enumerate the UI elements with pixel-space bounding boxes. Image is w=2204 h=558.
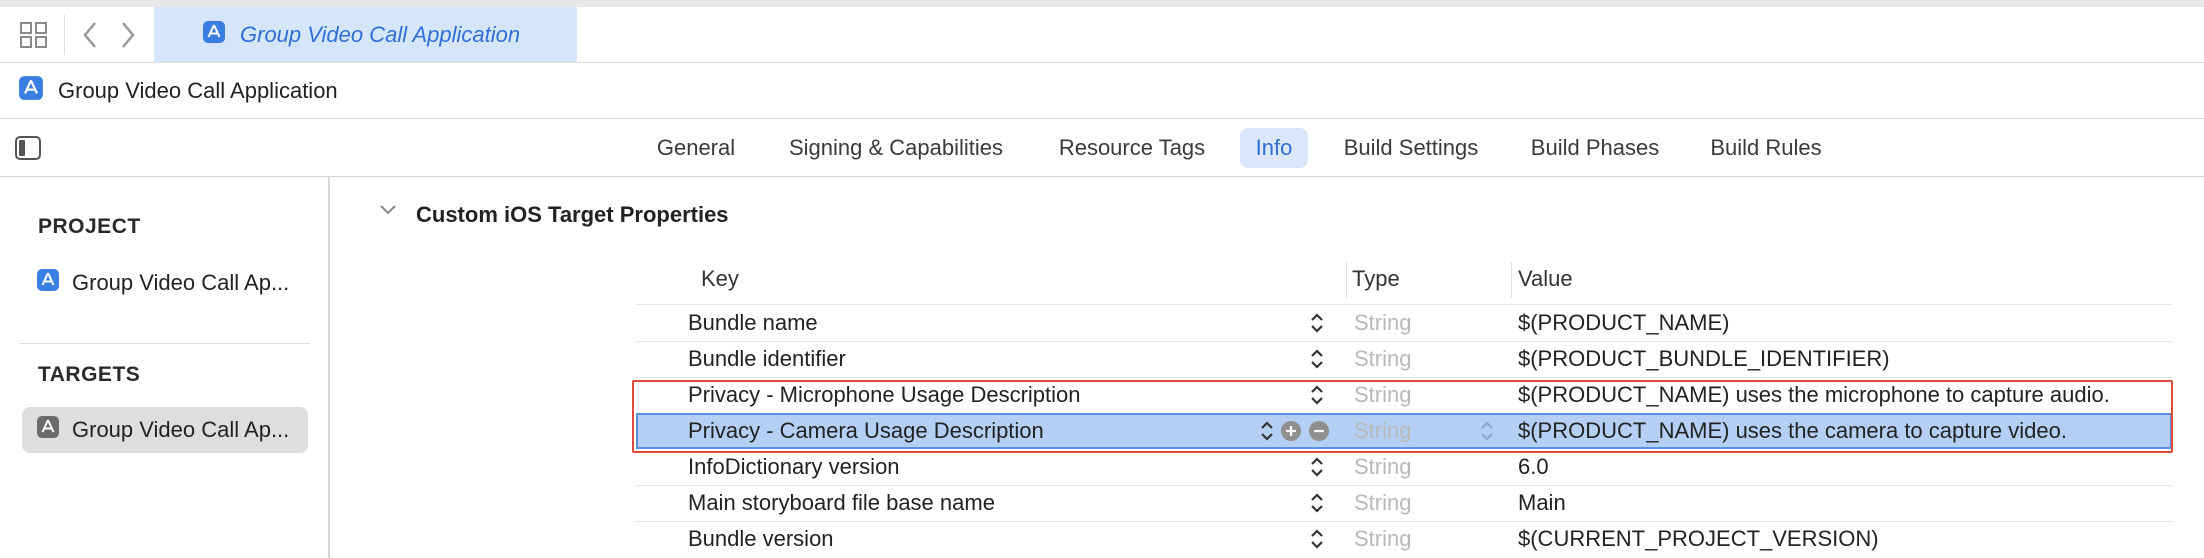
row-value: 6.0 [1518, 454, 1549, 479]
column-separator [1511, 262, 1512, 298]
row-type: String [1354, 310, 1412, 335]
row-type: String [1354, 490, 1412, 515]
project-section-title: PROJECT [38, 215, 141, 238]
project-header: Group Video Call Application [0, 63, 2204, 119]
row-key: Bundle identifier [688, 346, 846, 371]
project-title: Group Video Call Application [58, 77, 338, 103]
key-stepper-icon[interactable] [1308, 490, 1326, 516]
row-value: Main [1518, 490, 1566, 515]
tab-resource-tags[interactable]: Resource Tags [1046, 128, 1218, 168]
section-title: Custom iOS Target Properties [416, 202, 729, 227]
column-header-key[interactable]: Key [701, 266, 739, 292]
app-icon [18, 75, 44, 106]
key-stepper-icon[interactable] [1308, 526, 1326, 552]
row-type: String [1354, 346, 1412, 371]
row-key: Bundle name [688, 310, 818, 335]
key-stepper-icon[interactable] [1308, 310, 1326, 336]
editor-tab-active[interactable]: Group Video Call Application [154, 7, 577, 62]
back-chevron-icon[interactable] [78, 19, 102, 51]
tab-build-phases[interactable]: Build Phases [1518, 128, 1672, 168]
toolbar-divider [64, 15, 65, 55]
highlight-box [632, 380, 2173, 453]
project-item[interactable]: Group Video Call Ap... [36, 265, 289, 301]
row-key: InfoDictionary version [688, 454, 900, 479]
tab-info[interactable]: Info [1240, 128, 1308, 168]
row-type: String [1354, 526, 1412, 551]
project-item-label: Group Video Call Ap... [72, 270, 290, 295]
targets-section-title: TARGETS [38, 363, 141, 386]
sidebar-toggle-icon[interactable] [14, 134, 42, 162]
row-key: Bundle version [688, 526, 834, 551]
tab-signing-capabilities[interactable]: Signing & Capabilities [772, 128, 1020, 168]
app-target-icon [36, 415, 60, 445]
disclosure-chevron-icon[interactable] [378, 200, 398, 223]
forward-chevron-icon[interactable] [116, 19, 140, 51]
column-header-type[interactable]: Type [1352, 266, 1400, 292]
key-stepper-icon[interactable] [1308, 454, 1326, 480]
tab-build-settings[interactable]: Build Settings [1328, 128, 1494, 168]
tab-general[interactable]: General [646, 128, 746, 168]
project-navigator: PROJECT Group Video Call Ap... TARGETS G… [0, 177, 330, 558]
window-top-strip [0, 0, 2204, 7]
editor-tab-bar: Group Video Call Application [0, 7, 2204, 63]
row-type: String [1354, 454, 1412, 479]
grid-icon[interactable] [18, 19, 50, 51]
target-item-label: Group Video Call Ap... [72, 417, 290, 442]
app-icon [202, 20, 226, 49]
editor-tab-title: Group Video Call Application [240, 21, 521, 47]
settings-tabs-row: General Signing & Capabilities Resource … [0, 120, 2204, 177]
column-header-value[interactable]: Value [1518, 266, 1573, 292]
sidebar-divider [20, 343, 310, 344]
row-key: Main storyboard file base name [688, 490, 995, 515]
app-icon [36, 268, 60, 298]
row-value: $(PRODUCT_NAME) [1518, 310, 1730, 335]
tab-build-rules[interactable]: Build Rules [1698, 128, 1834, 168]
row-value: $(CURRENT_PROJECT_VERSION) [1518, 526, 1879, 551]
column-separator [1346, 262, 1347, 298]
target-item-selected[interactable]: Group Video Call Ap... [22, 407, 308, 453]
row-value: $(PRODUCT_BUNDLE_IDENTIFIER) [1518, 346, 1890, 371]
key-stepper-icon[interactable] [1308, 346, 1326, 372]
